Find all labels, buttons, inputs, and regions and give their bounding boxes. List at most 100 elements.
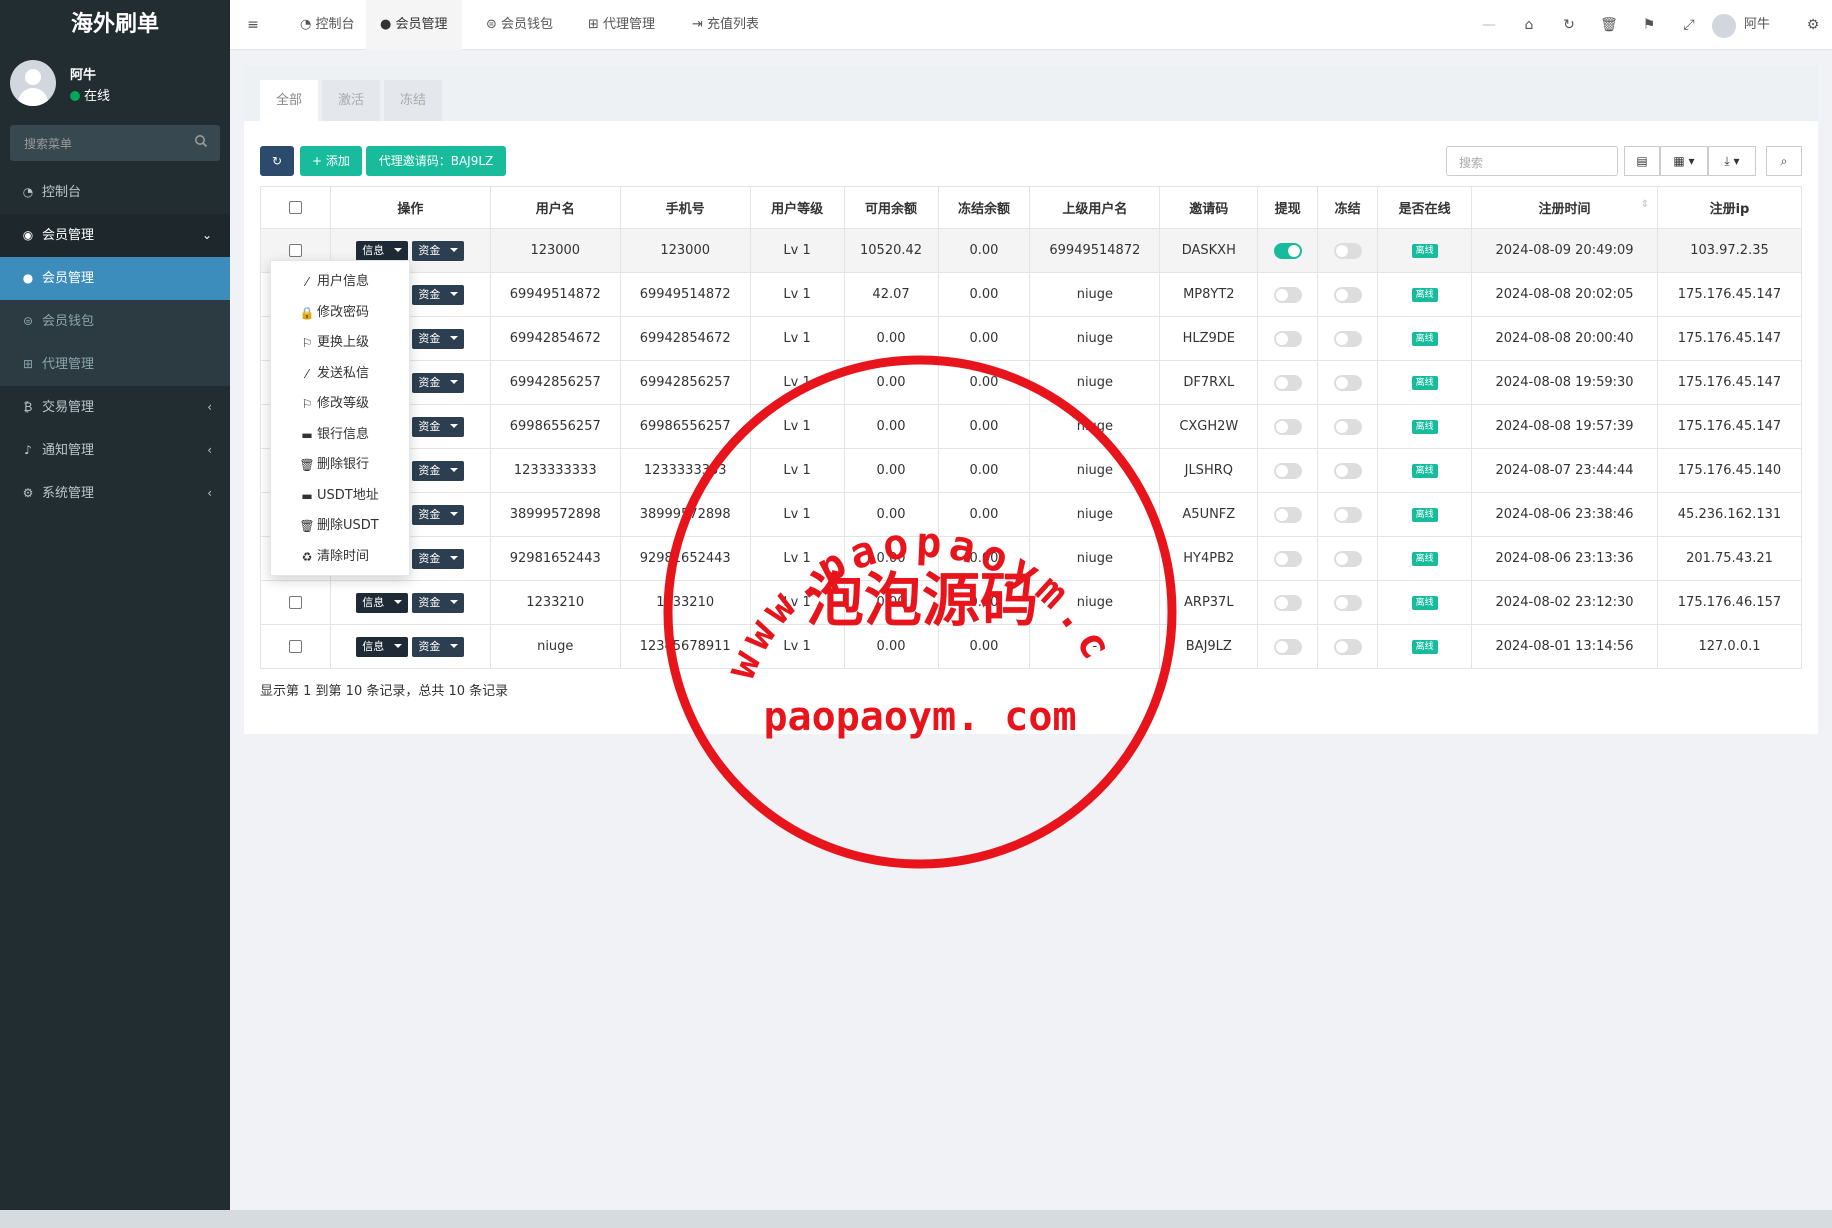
funds-dropdown-button[interactable]: 资金 [412, 328, 465, 349]
invite-code-button[interactable]: 代理邀请码：BAJ9LZ [366, 146, 506, 176]
col-header[interactable]: 手机号 [619, 186, 751, 229]
withdraw-toggle[interactable] [1273, 374, 1302, 391]
freeze-toggle[interactable] [1333, 286, 1362, 303]
dropdown-item[interactable]: ⁄ 用户信息 [271, 267, 411, 297]
tab-member-manage[interactable]: ● 会员管理 [366, 0, 462, 50]
row-checkbox[interactable] [288, 244, 302, 257]
fullscreen-icon[interactable]: ⤢ [1674, 0, 1704, 50]
col-header[interactable]: 是否在线 [1377, 186, 1473, 229]
dropdown-item[interactable]: ⚐ 修改等级 [271, 389, 411, 419]
tab-active[interactable]: 激活 [322, 80, 381, 121]
header-avatar[interactable] [1712, 14, 1736, 38]
table-row[interactable]: 信息 资金6994951487269949514872Lv 142.070.00… [260, 272, 1803, 317]
funds-dropdown-button[interactable]: 资金 [412, 372, 465, 393]
tab-dashboard[interactable]: ◔ 控制台 [290, 0, 365, 50]
sidebar-search-input[interactable]: 搜索菜单 [10, 125, 220, 161]
settings-icon[interactable]: ⚙ [1798, 0, 1828, 50]
dropdown-item[interactable]: 🗑 删除银行 [271, 450, 411, 480]
sidebar-item-notice-manage[interactable]: ♪ 通知管理 ‹ [0, 429, 230, 472]
tab-frozen[interactable]: 冻结 [384, 80, 443, 121]
col-header[interactable]: 上级用户名 [1029, 186, 1161, 229]
funds-dropdown-button[interactable]: 资金 [412, 460, 465, 481]
funds-dropdown-button[interactable]: 资金 [412, 284, 465, 305]
export-button[interactable]: ⤓ ▾ [1708, 146, 1756, 176]
freeze-toggle[interactable] [1333, 374, 1362, 391]
freeze-toggle[interactable] [1333, 506, 1362, 523]
col-header[interactable]: 用户等级 [749, 186, 845, 229]
table-search-input[interactable]: 搜索 [1446, 146, 1618, 176]
sidebar-item-dashboard[interactable]: ◔ 控制台 [0, 171, 230, 214]
search-button[interactable]: ⌕ [1766, 146, 1802, 176]
col-header[interactable]: 冻结 [1317, 186, 1379, 229]
funds-dropdown-button[interactable]: 资金 [412, 636, 465, 657]
dropdown-item[interactable]: ⁄ 发送私信 [271, 359, 411, 389]
columns-button[interactable]: ▦ ▾ [1660, 146, 1708, 176]
tab-agent-manage[interactable]: ⊞ 代理管理 [578, 0, 665, 50]
funds-dropdown-button[interactable]: 资金 [412, 416, 465, 437]
freeze-toggle[interactable] [1333, 418, 1362, 435]
col-header[interactable]: 可用余额 [843, 186, 939, 229]
funds-dropdown-button[interactable]: 资金 [412, 240, 465, 261]
funds-dropdown-button[interactable]: 资金 [412, 592, 465, 613]
refresh-button[interactable]: ↻ [260, 146, 294, 176]
sidebar-item-member-wallet[interactable]: ⊜ 会员钱包 [0, 300, 230, 343]
col-header-sortable[interactable]: 注册时间 ⇕ [1471, 186, 1658, 229]
sidebar-item-agent-manage[interactable]: ⊞ 代理管理 [0, 343, 230, 386]
row-checkbox[interactable] [288, 596, 302, 609]
withdraw-toggle[interactable] [1273, 418, 1302, 435]
hamburger-icon[interactable]: ≡ [238, 0, 268, 50]
info-dropdown-button[interactable]: 信息 [356, 592, 409, 613]
col-header[interactable]: 冻结余额 [937, 186, 1031, 229]
add-button[interactable]: + 添加 [300, 146, 362, 176]
dropdown-item[interactable]: 🔒 修改密码 [271, 298, 411, 328]
freeze-toggle[interactable] [1333, 330, 1362, 347]
sidebar-item-member-manage[interactable]: ● 会员管理 [0, 257, 230, 300]
withdraw-toggle[interactable] [1273, 506, 1302, 523]
sidebar-item-member-group[interactable]: ◉ 会员管理 ⌄ [0, 214, 230, 257]
sidebar-item-system-manage[interactable]: ⚙ 系统管理 ‹ [0, 472, 230, 515]
dropdown-item[interactable]: ⚐ 更换上级 [271, 328, 411, 358]
dropdown-item[interactable]: 🗑 删除USDT [271, 511, 411, 541]
table-row[interactable]: 信息 资金 123000 123000 Lv 1 10520.42 0.00 6994951… [260, 228, 1803, 273]
withdraw-toggle[interactable] [1273, 594, 1302, 611]
info-dropdown-button[interactable]: 信息 [356, 240, 409, 261]
withdraw-toggle[interactable] [1273, 242, 1302, 259]
withdraw-toggle[interactable] [1273, 286, 1302, 303]
select-all-checkbox[interactable] [288, 201, 302, 214]
withdraw-toggle[interactable] [1273, 330, 1302, 347]
tab-all[interactable]: 全部 [260, 80, 319, 121]
freeze-toggle[interactable] [1333, 594, 1362, 611]
dropdown-item-label: 修改密码 [317, 304, 370, 320]
dropdown-item[interactable]: ♻ 清除时间 [271, 542, 411, 572]
search-icon[interactable] [194, 134, 208, 148]
col-header[interactable]: 用户名 [489, 186, 621, 229]
trash-icon[interactable]: 🗑 [1594, 0, 1624, 50]
freeze-toggle[interactable] [1333, 462, 1362, 479]
freeze-toggle[interactable] [1333, 242, 1362, 259]
language-icon[interactable]: ⚑ [1634, 0, 1664, 50]
sidebar-item-trade-manage[interactable]: ₿ 交易管理 ‹ [0, 386, 230, 429]
brand-logo[interactable]: 海外刷单 [0, 0, 230, 50]
refresh-icon[interactable]: ↻ [1554, 0, 1584, 50]
col-header[interactable]: 提现 [1257, 186, 1319, 229]
toggle-view-button[interactable]: ▤ [1624, 146, 1660, 176]
caret-down-icon [394, 247, 403, 252]
col-header[interactable]: 邀请码 [1159, 186, 1259, 229]
col-header[interactable]: 注册ip [1656, 186, 1803, 229]
home-icon[interactable]: ⌂ [1514, 0, 1544, 50]
freeze-toggle[interactable] [1333, 550, 1362, 567]
minus-icon[interactable]: — [1474, 0, 1504, 50]
funds-dropdown-button[interactable]: 资金 [412, 504, 465, 525]
dropdown-item[interactable]: ▬ USDT地址 [271, 481, 411, 511]
funds-dropdown-button[interactable]: 资金 [412, 548, 465, 569]
dropdown-item[interactable]: ▬ 银行信息 [271, 420, 411, 450]
info-dropdown-button[interactable]: 信息 [356, 636, 409, 657]
row-checkbox[interactable] [288, 640, 302, 653]
withdraw-toggle[interactable] [1273, 462, 1302, 479]
withdraw-toggle[interactable] [1273, 550, 1302, 567]
freeze-toggle[interactable] [1333, 638, 1362, 655]
header-user-name[interactable]: 阿牛 [1744, 0, 1770, 50]
tab-member-wallet[interactable]: ⊜ 会员钱包 [476, 0, 563, 50]
withdraw-toggle[interactable] [1273, 638, 1302, 655]
tab-recharge-list[interactable]: ⇥ 充值列表 [682, 0, 769, 50]
